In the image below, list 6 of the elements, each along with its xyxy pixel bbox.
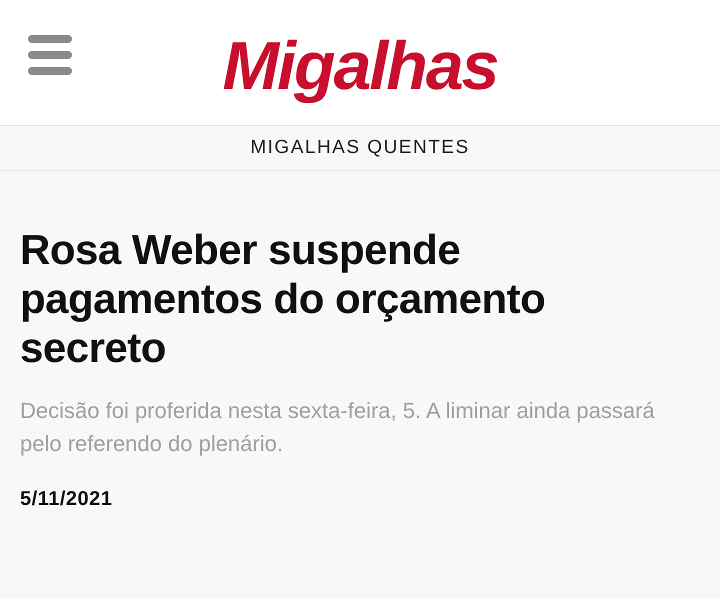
section-label[interactable]: MIGALHAS QUENTES <box>250 137 470 159</box>
article-title: Rosa Weber suspende pagamentos do orçamento secreto <box>20 225 546 372</box>
menu-icon[interactable] <box>28 35 72 75</box>
site-logo[interactable]: Migalhas <box>222 26 498 104</box>
article-summary: Decisão foi proferida nesta sexta-feira, 5. A liminar ainda passará pelo referendo do plenário. <box>20 397 656 458</box>
article-date: 5/11/2021 <box>20 488 114 511</box>
